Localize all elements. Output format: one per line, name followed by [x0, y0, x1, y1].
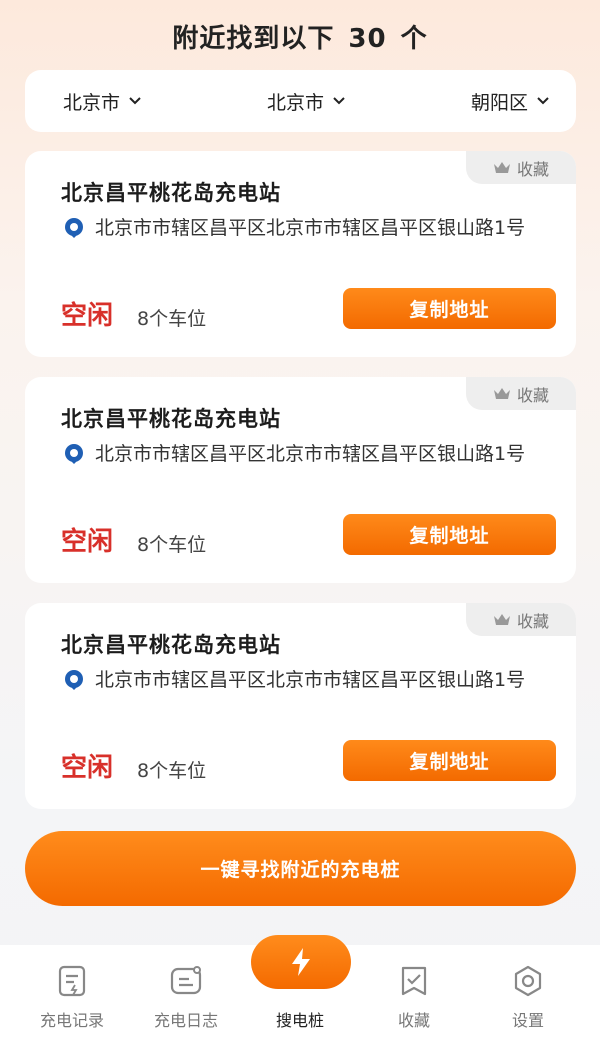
station-address: 北京市市辖区昌平区北京市市辖区昌平区银山路1号: [95, 443, 526, 465]
search-charger-center-button[interactable]: [251, 935, 351, 989]
find-nearby-chargers-button[interactable]: 一键寻找附近的充电桩: [25, 831, 576, 906]
favorite-icon: [401, 966, 427, 996]
parking-spaces: 8个车位: [137, 534, 207, 556]
copy-address-button[interactable]: 复制地址: [343, 514, 556, 555]
crown-icon: [493, 613, 510, 625]
parking-spaces: 8个车位: [137, 760, 207, 782]
favorite-button[interactable]: 收藏: [466, 151, 576, 184]
tab-label: 充电记录: [39, 1011, 104, 1030]
region-filter-bar: 北京市 北京市 朝阳区: [25, 70, 576, 132]
crown-icon: [493, 387, 510, 399]
lightning-icon: [292, 948, 310, 976]
station-name: 北京昌平桃花岛充电站: [61, 181, 281, 205]
tab-favorites[interactable]: 收藏: [354, 945, 474, 1039]
result-count: 30: [348, 24, 387, 54]
station-address: 北京市市辖区昌平区北京市市辖区昌平区银山路1号: [95, 217, 526, 239]
tab-label: 充电日志: [153, 1011, 218, 1030]
district-select[interactable]: 朝阳区: [471, 88, 550, 115]
station-name: 北京昌平桃花岛充电站: [61, 407, 281, 431]
station-status: 空闲: [61, 527, 114, 557]
station-card: 收藏 北京昌平桃花岛充电站 北京市市辖区昌平区北京市市辖区昌平区银山路1号 空闲…: [25, 603, 576, 809]
tab-charge-record[interactable]: 充电记录: [12, 945, 132, 1039]
city-label: 北京市: [266, 91, 324, 114]
station-name: 北京昌平桃花岛充电站: [61, 633, 281, 657]
crown-icon: [493, 161, 510, 173]
favorite-button[interactable]: 收藏: [466, 377, 576, 410]
district-label: 朝阳区: [470, 91, 528, 114]
tab-charge-log[interactable]: 充电日志: [126, 945, 246, 1039]
parking-spaces: 8个车位: [137, 308, 207, 330]
station-status: 空闲: [61, 301, 114, 331]
favorite-label: 收藏: [516, 159, 549, 179]
station-status: 空闲: [61, 753, 114, 783]
location-pin-icon: [65, 670, 83, 690]
city-select[interactable]: 北京市: [267, 88, 346, 115]
station-card: 收藏 北京昌平桃花岛充电站 北京市市辖区昌平区北京市市辖区昌平区银山路1号 空闲…: [25, 377, 576, 583]
favorite-label: 收藏: [516, 385, 549, 405]
charge-record-icon: [58, 965, 86, 997]
copy-address-button[interactable]: 复制地址: [343, 740, 556, 781]
chevron-down-icon: [333, 97, 345, 105]
station-address: 北京市市辖区昌平区北京市市辖区昌平区银山路1号: [95, 669, 526, 691]
copy-address-button[interactable]: 复制地址: [343, 288, 556, 329]
tab-label: 搜电桩: [275, 1011, 324, 1030]
chevron-down-icon: [129, 97, 141, 105]
station-card: 收藏 北京昌平桃花岛充电站 北京市市辖区昌平区北京市市辖区昌平区银山路1号 空闲…: [25, 151, 576, 357]
charge-log-icon: [170, 966, 202, 995]
location-pin-icon: [65, 218, 83, 238]
favorite-label: 收藏: [516, 611, 549, 631]
tab-settings[interactable]: 设置: [468, 945, 588, 1039]
chevron-down-icon: [537, 97, 549, 105]
result-title: 附近找到以下 30 个: [0, 18, 600, 55]
location-pin-icon: [65, 444, 83, 464]
result-title-prefix: 附近找到以下: [172, 24, 335, 54]
settings-icon: [514, 965, 542, 997]
province-select[interactable]: 北京市: [63, 88, 142, 115]
tab-label: 设置: [511, 1011, 544, 1030]
result-title-suffix: 个: [400, 24, 428, 54]
tab-label: 收藏: [397, 1011, 430, 1030]
favorite-button[interactable]: 收藏: [466, 603, 576, 636]
province-label: 北京市: [63, 91, 121, 114]
